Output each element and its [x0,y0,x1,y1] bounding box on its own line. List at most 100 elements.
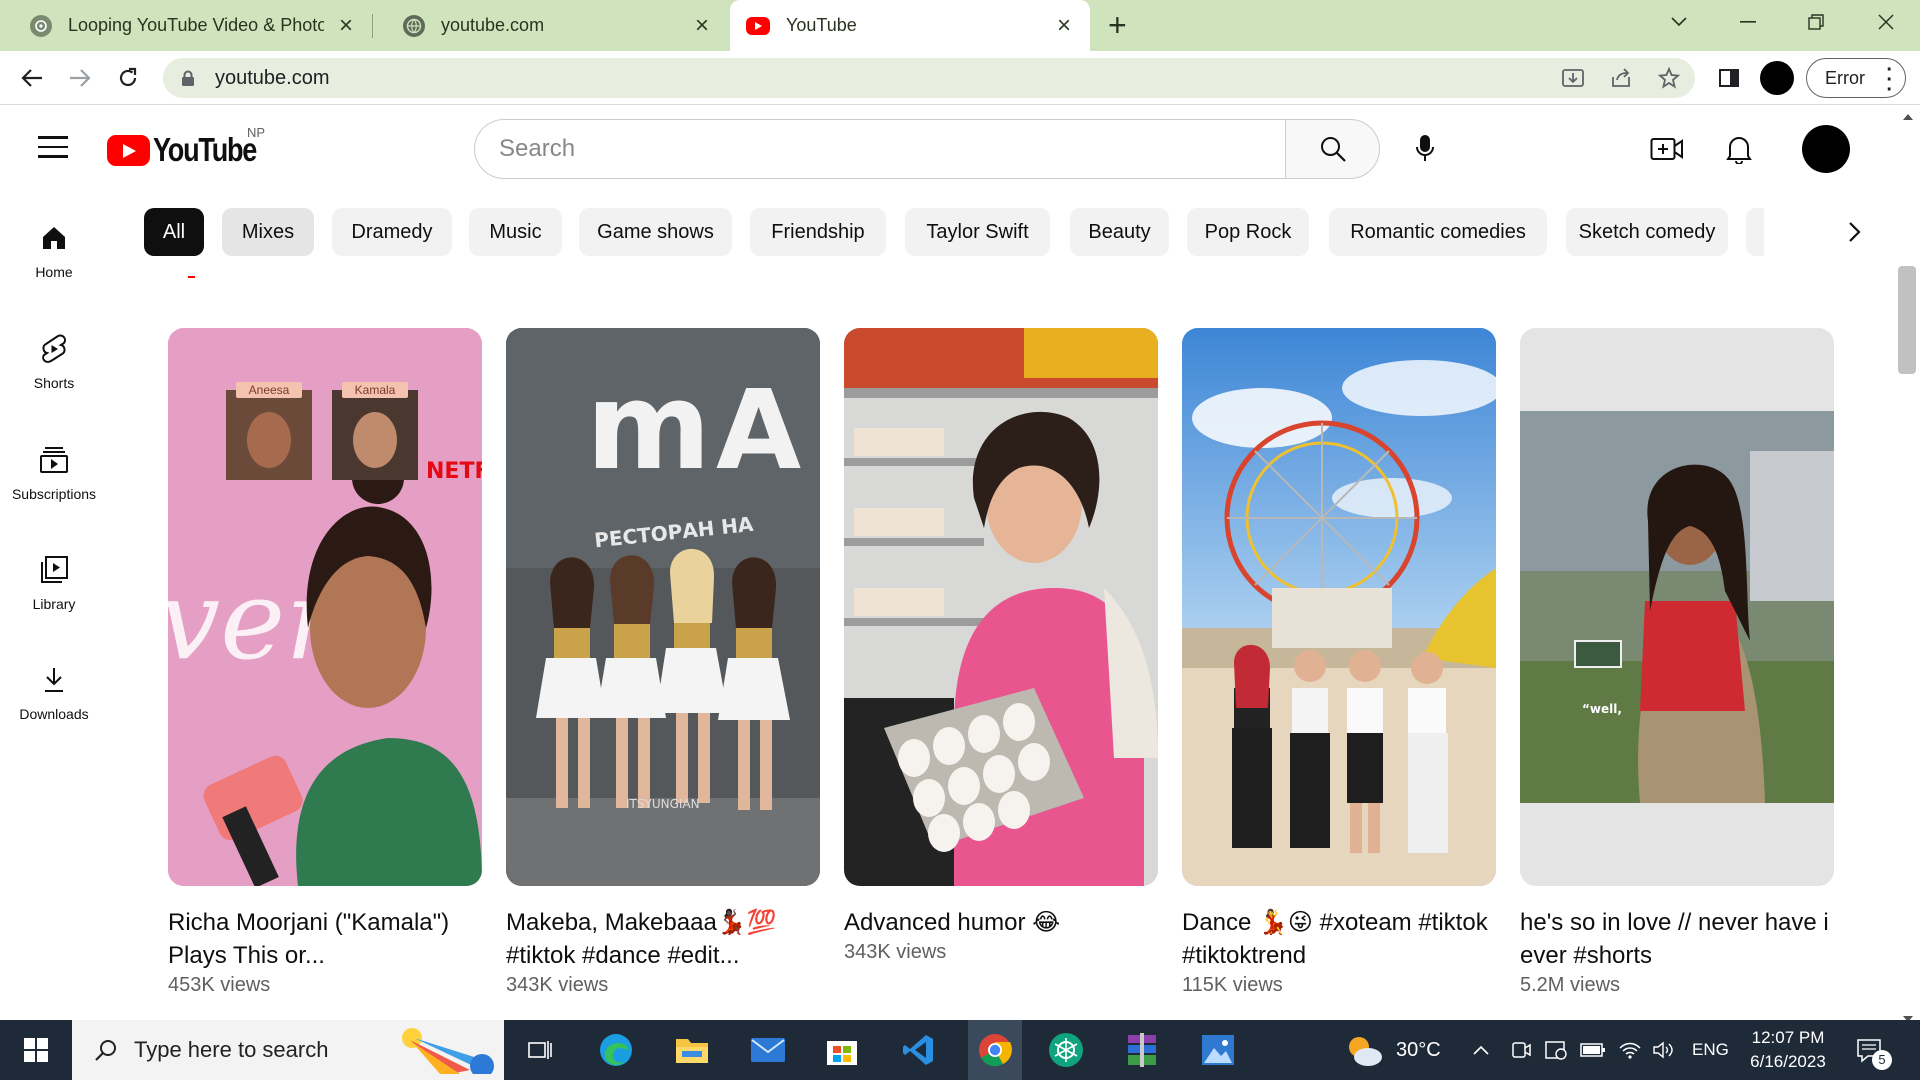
create-button[interactable] [1642,124,1692,174]
battery-icon[interactable] [1580,1020,1606,1080]
video-card[interactable]: Advanced humor 😂 343K views [844,328,1158,964]
guide-menu-icon[interactable] [38,136,68,158]
video-card[interactable]: m A РЕСТОРАН НА ITSYUNGIAN Makeba, Makeb… [506,328,820,997]
video-thumbnail[interactable] [1182,328,1496,886]
video-views: 343K views [506,974,609,996]
restore-icon[interactable] [1782,0,1850,44]
close-tab-icon[interactable]: × [690,12,714,40]
svg-text:NETFL: NETFL [426,459,482,484]
new-tab-button[interactable]: + [1108,8,1127,42]
voice-search-button[interactable] [1400,124,1450,174]
start-button[interactable] [0,1020,72,1080]
task-view-icon[interactable] [520,1030,560,1070]
bookmark-star-icon[interactable] [1654,63,1684,93]
weather-temperature: 30°C [1396,1038,1441,1061]
scrollbar-thumb[interactable] [1898,266,1916,374]
mail-icon[interactable] [748,1030,788,1070]
more-options-icon[interactable]: · · · [1886,60,1893,100]
video-thumbnail[interactable]: m A РЕСТОРАН НА ITSYUNGIAN [506,328,820,886]
chip-music[interactable]: Music [469,208,562,256]
photos-icon[interactable] [1198,1030,1238,1070]
volume-icon[interactable] [1652,1020,1676,1080]
reload-button[interactable] [110,60,146,96]
sidebar-item-library[interactable]: Library [0,554,108,612]
notifications-button[interactable] [1714,124,1764,174]
chatgpt-icon [30,14,52,37]
url-text: youtube.com [215,66,330,89]
chatgpt-app-icon[interactable] [1046,1030,1086,1070]
sidebar-item-downloads[interactable]: Downloads [0,664,108,722]
video-title[interactable]: Dance 💃😜 #xoteam #tiktok #tiktoktrend [1182,906,1496,972]
forward-button[interactable] [62,60,98,96]
chrome-icon[interactable] [968,1020,1022,1080]
taskbar-search-box[interactable]: Type here to search [72,1020,504,1080]
account-avatar[interactable] [1802,125,1850,173]
lock-icon[interactable] [181,70,195,86]
close-window-icon[interactable] [1852,0,1920,44]
video-thumbnail[interactable]: “well, [1520,328,1834,886]
profile-error-button[interactable]: Error · · · [1806,58,1906,100]
chips-next-button[interactable] [1834,212,1874,252]
page-scrollbar[interactable] [1896,106,1920,1022]
profile-avatar[interactable] [1760,61,1794,95]
meet-now-icon[interactable] [1510,1020,1532,1080]
address-bar[interactable]: youtube.com [163,58,1695,98]
sidebar-item-label: Home [35,264,73,280]
chip-taylor-swift[interactable]: Taylor Swift [905,208,1050,256]
minimize-icon[interactable] [1714,0,1782,44]
video-card[interactable]: “well, he's so in love // never have i e… [1520,328,1834,997]
file-explorer-icon[interactable] [672,1030,712,1070]
side-panel-icon[interactable] [1714,63,1744,93]
microsoft-store-icon[interactable] [822,1030,862,1070]
notification-center-button[interactable]: 5 [1856,1020,1892,1080]
video-card[interactable]: Dance 💃😜 #xoteam #tiktok #tiktoktrend 11… [1182,328,1496,997]
chip-game-shows[interactable]: Game shows [579,208,732,256]
chip-friendship[interactable]: Friendship [750,208,886,256]
chip-beauty[interactable]: Beauty [1070,208,1169,256]
chip-pop-rock[interactable]: Pop Rock [1187,208,1309,256]
install-app-icon[interactable] [1558,63,1588,93]
video-title[interactable]: Richa Moorjani ("Kamala") Plays This or.… [168,906,482,972]
search-button[interactable] [1285,119,1380,179]
tab-youtube-com[interactable]: youtube.com × [373,0,728,51]
chip-dramedy[interactable]: Dramedy [332,208,452,256]
video-title[interactable]: Makeba, Makebaaa💃🏿💯 #tiktok #dance #edit… [506,906,820,972]
edge-icon[interactable] [596,1030,636,1070]
chip-romantic-comedies[interactable]: Romantic comedies [1329,208,1547,256]
sidebar-item-label: Library [32,596,76,612]
sidebar-item-home[interactable]: Home [0,222,108,280]
chip-all[interactable]: All [144,208,204,256]
sidebar-item-subscriptions[interactable]: Subscriptions [0,444,108,502]
winrar-icon[interactable] [1122,1030,1162,1070]
close-tab-icon[interactable]: × [1052,12,1076,40]
sidebar-item-shorts[interactable]: Shorts [0,333,108,391]
taskbar-clock[interactable]: 12:07 PM 6/16/2023 [1728,1026,1848,1074]
tab-youtube[interactable]: YouTube × [730,0,1090,51]
youtube-logo[interactable]: YouTube NP [107,125,279,169]
video-card[interactable]: ver NETFL Aneesa Kamala Richa Moorjani (… [168,328,482,997]
close-tab-icon[interactable]: × [334,12,358,40]
video-thumbnail[interactable]: ver NETFL Aneesa Kamala [168,328,482,886]
youtube-play-icon [107,134,150,166]
video-views: 453K views [168,974,271,996]
share-icon[interactable] [1606,63,1636,93]
back-button[interactable] [14,60,50,96]
vscode-icon[interactable] [898,1030,938,1070]
weather-widget[interactable]: 30°C [1344,1020,1441,1080]
wifi-icon[interactable] [1618,1020,1642,1080]
chip-sketch-comedy[interactable]: Sketch comedy [1566,208,1728,256]
overlay-label: Kamala [342,382,408,398]
chip-mixes[interactable]: Mixes [222,208,314,256]
video-title[interactable]: he's so in love // never have i ever #sh… [1520,906,1834,972]
show-hidden-icons[interactable] [1472,1020,1490,1080]
partly-cloudy-icon [1349,1037,1382,1066]
svg-text:A: A [716,366,801,494]
tab-search-icon[interactable] [1645,0,1713,44]
video-title[interactable]: Advanced humor 😂 [844,906,1158,939]
video-thumbnail[interactable] [844,328,1158,886]
tab-looping-youtube[interactable]: Looping YouTube Video & Photo × [0,0,372,51]
filter-chip-bar: All Mixes Dramedy Music Game shows Frien… [144,208,1764,256]
input-language[interactable]: ENG [1692,1020,1729,1080]
onedrive-sync-icon[interactable] [1544,1020,1568,1080]
search-input[interactable]: Search [474,119,1285,179]
